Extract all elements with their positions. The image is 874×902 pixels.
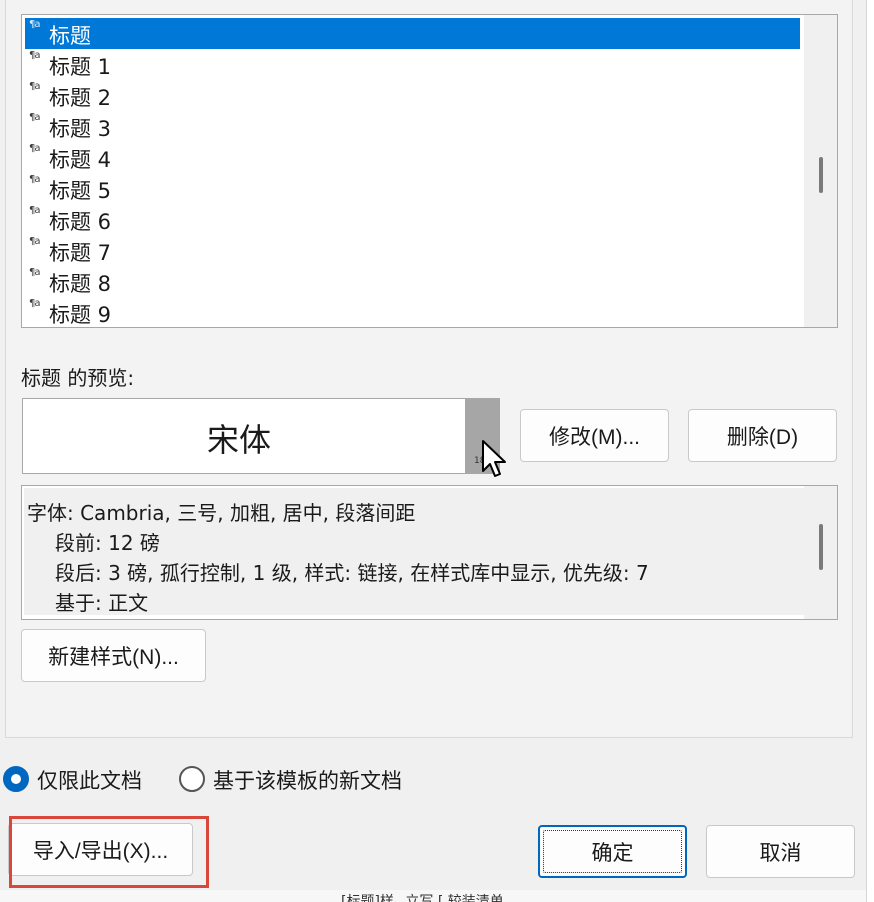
mouse-pointer-icon [482,440,506,477]
description-line: 基于: 正文 [55,591,149,615]
description-line: 段后: 3 磅, 孤行控制, 1 级, 样式: 链接, 在样式库中显示, 优先级… [55,561,649,585]
list-item-style[interactable]: ¶a 标题 1 [25,49,800,80]
description-line: 字体: Cambria, 三号, 加粗, 居中, 段落间距 [27,501,416,525]
list-item-label: 标题 2 [49,86,112,110]
radio-new-documents-template[interactable] [179,766,205,792]
list-item-label: 标题 3 [49,117,112,141]
paragraph-style-icon: ¶a [29,112,40,123]
radio-this-document-only[interactable] [3,766,29,792]
list-item-style[interactable]: ¶a 标题 2 [25,80,800,111]
paragraph-style-icon: ¶a [29,298,40,309]
list-item-style[interactable]: ¶a 标题 3 [25,111,800,142]
style-description: 字体: Cambria, 三号, 加粗, 居中, 段落间距 段前: 12 磅 段… [21,485,838,620]
list-item-label: 标题 9 [49,303,112,327]
paragraph-style-icon: ¶a [29,174,40,185]
list-item-label: 标题 8 [49,272,112,296]
list-item-style[interactable]: ¶a 标题 6 [25,204,800,235]
paragraph-style-icon: ¶a [29,19,40,30]
style-preview: 宋体 18 [22,398,506,477]
list-item-style[interactable]: ¶a 标题 7 [25,235,800,266]
paragraph-style-icon: ¶a [29,143,40,154]
preview-font-sample: 宋体 [207,421,272,459]
style-list[interactable]: ¶a 标题 ¶a 标题 1 ¶a 标题 2 ¶a 标题 3 ¶a 标题 4 ¶a… [21,14,838,328]
list-item-label: 标题 [49,24,91,48]
style-description-content: 字体: Cambria, 三号, 加粗, 居中, 段落间距 段前: 12 磅 段… [24,488,804,615]
scrollbar-thumb[interactable] [819,524,823,570]
description-scrollbar[interactable] [804,486,837,619]
new-style-button[interactable]: 新建样式(N)... [21,629,206,682]
list-item-label: 标题 6 [49,210,112,234]
list-item-style[interactable]: ¶a 标题 5 [25,173,800,204]
description-line: 段前: 12 磅 [55,531,160,555]
preview-label: 标题 的预览: [21,366,135,390]
ok-button[interactable]: 确定 [538,825,687,878]
list-item-label: 标题 4 [49,148,112,172]
modify-button[interactable]: 修改(M)... [520,409,669,462]
delete-button[interactable]: 删除(D) [688,409,837,462]
paragraph-style-icon: ¶a [29,267,40,278]
list-item-style[interactable]: ¶a 标题 8 [25,266,800,297]
background-window-edge [866,0,874,902]
list-item-style[interactable]: ¶a 标题 [25,18,800,49]
radio-this-document-only-label[interactable]: 仅限此文档 [37,765,142,795]
cancel-button[interactable]: 取消 [706,825,855,878]
import-export-button[interactable]: 导入/导出(X)... [8,823,193,876]
scrollbar-thumb[interactable] [819,157,823,193]
paragraph-style-icon: ¶a [29,236,40,247]
list-item-label: 标题 7 [49,241,112,265]
style-list-scrollbar[interactable] [804,15,837,327]
paragraph-style-icon: ¶a [29,205,40,216]
list-item-label: 标题 1 [49,55,112,79]
list-item-style[interactable]: ¶a 标题 4 [25,142,800,173]
radio-new-documents-template-label[interactable]: 基于该模板的新文档 [213,765,402,795]
paragraph-style-icon: ¶a [29,50,40,61]
list-item-style[interactable]: ¶a 标题 9 [25,297,800,327]
list-item-label: 标题 5 [49,179,112,203]
paragraph-style-icon: ¶a [29,81,40,92]
background-document-text: 、_[标题]样_ 立写 [ 较装清单 [320,894,504,902]
